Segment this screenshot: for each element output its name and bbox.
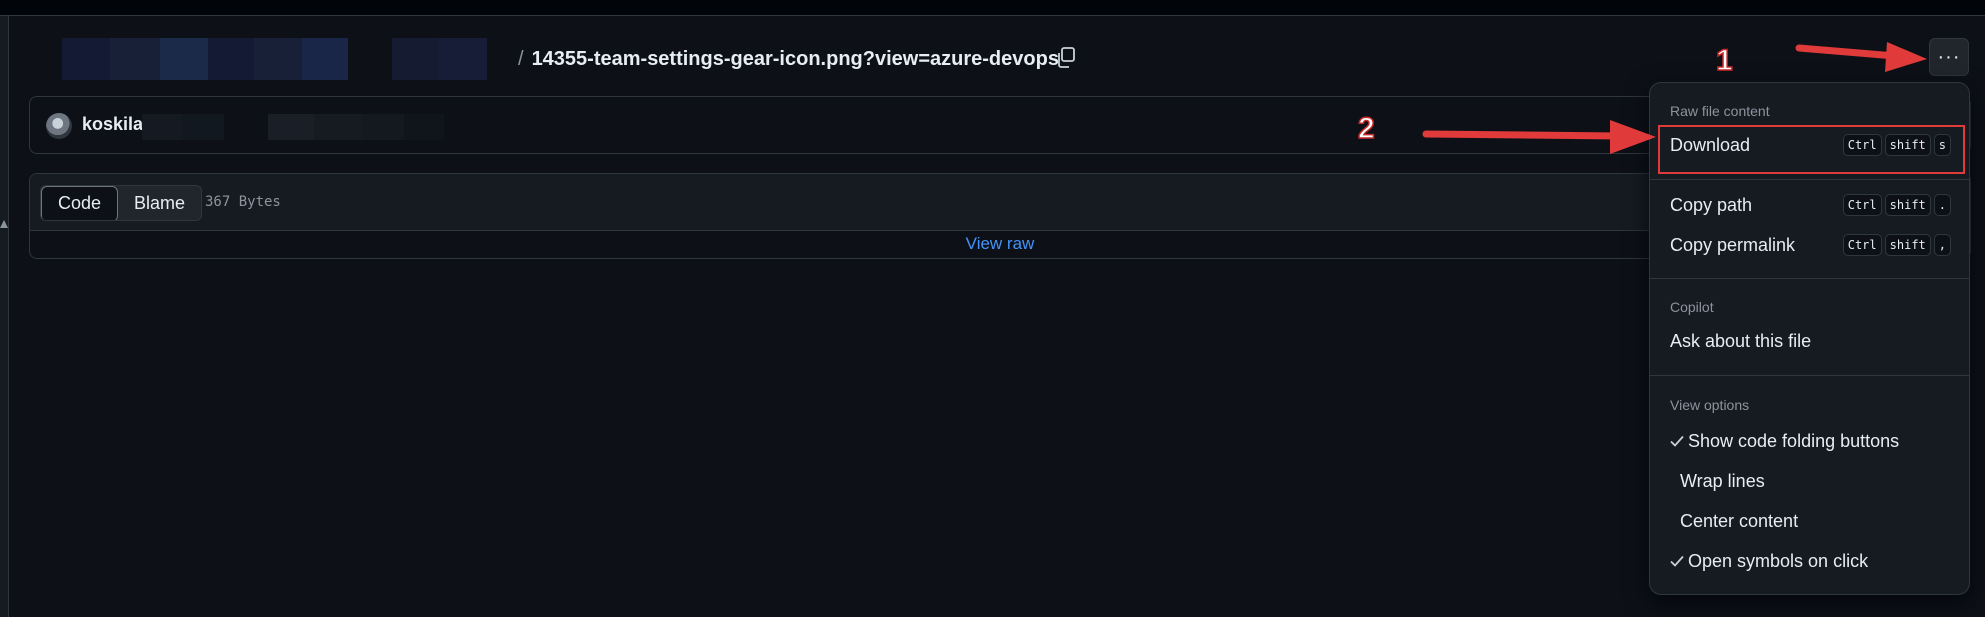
left-rail (0, 16, 9, 617)
annotation-arrow-1 (1795, 42, 1927, 72)
menu-item-wrap-lines[interactable]: Wrap lines (1658, 463, 1961, 499)
menu-item-label: Center content (1680, 511, 1799, 531)
group-title-raw: Raw file content (1670, 103, 1770, 119)
menu-item-copy-path[interactable]: Copy path Ctrl shift . (1658, 187, 1961, 223)
group-title-copilot: Copilot (1670, 299, 1714, 315)
kbd-key: . (1933, 194, 1951, 216)
file-name: 14355-team-settings-gear-icon.png?view=a… (531, 47, 1059, 70)
group-title-view-options: View options (1670, 397, 1750, 413)
menu-item-label: Ask about this file (1670, 331, 1812, 351)
annotation-step-1: 1 (1715, 43, 1733, 78)
menu-item-label: Show code folding buttons (1688, 431, 1900, 451)
collapse-arrow-icon[interactable] (0, 220, 8, 228)
copy-path-shortcut: Ctrl shift . (1842, 194, 1951, 216)
kbd-key: shift (1884, 234, 1931, 256)
redacted-commit-message (142, 114, 444, 140)
menu-item-label: Open symbols on click (1688, 551, 1869, 571)
divider (1650, 375, 1969, 376)
download-highlight-box (1658, 125, 1965, 174)
tab-code[interactable]: Code (41, 186, 119, 220)
redacted-breadcrumb (62, 38, 487, 80)
commit-author[interactable]: koskila (82, 114, 143, 135)
menu-item-label: Copy permalink (1670, 235, 1796, 255)
copy-path-icon[interactable] (1053, 44, 1079, 70)
breadcrumb-separator: / (518, 47, 524, 70)
check-icon (1670, 555, 1684, 567)
kbd-key: , (1933, 234, 1951, 256)
code-blame-toggle: Code Blame (40, 185, 203, 221)
kbd-key: Ctrl (1842, 234, 1882, 256)
kbd-key: Ctrl (1842, 194, 1882, 216)
check-icon (1670, 435, 1684, 447)
top-bar (0, 0, 1985, 16)
divider (1650, 179, 1969, 180)
annotation-arrow-2 (1422, 120, 1656, 154)
menu-item-label: Copy path (1670, 195, 1753, 215)
menu-item-ask-about-file[interactable]: Ask about this file (1658, 323, 1961, 359)
annotation-step-2: 2 (1357, 111, 1375, 146)
menu-item-label: Wrap lines (1680, 471, 1765, 491)
kbd-key: shift (1884, 194, 1931, 216)
divider (1650, 278, 1969, 279)
file-size: 367 Bytes (205, 194, 281, 210)
menu-item-center-content[interactable]: Center content (1658, 503, 1961, 539)
menu-item-show-code-folding[interactable]: Show code folding buttons (1658, 423, 1961, 459)
breadcrumb: / 14355-team-settings-gear-icon.png?view… (518, 44, 1059, 74)
avatar[interactable] (46, 113, 72, 139)
copy-permalink-shortcut: Ctrl shift , (1842, 234, 1951, 256)
menu-item-open-symbols[interactable]: Open symbols on click (1658, 543, 1961, 579)
more-options-button[interactable]: ··· (1929, 38, 1969, 76)
tab-blame[interactable]: Blame (118, 186, 201, 220)
menu-item-copy-permalink[interactable]: Copy permalink Ctrl shift , (1658, 227, 1961, 263)
